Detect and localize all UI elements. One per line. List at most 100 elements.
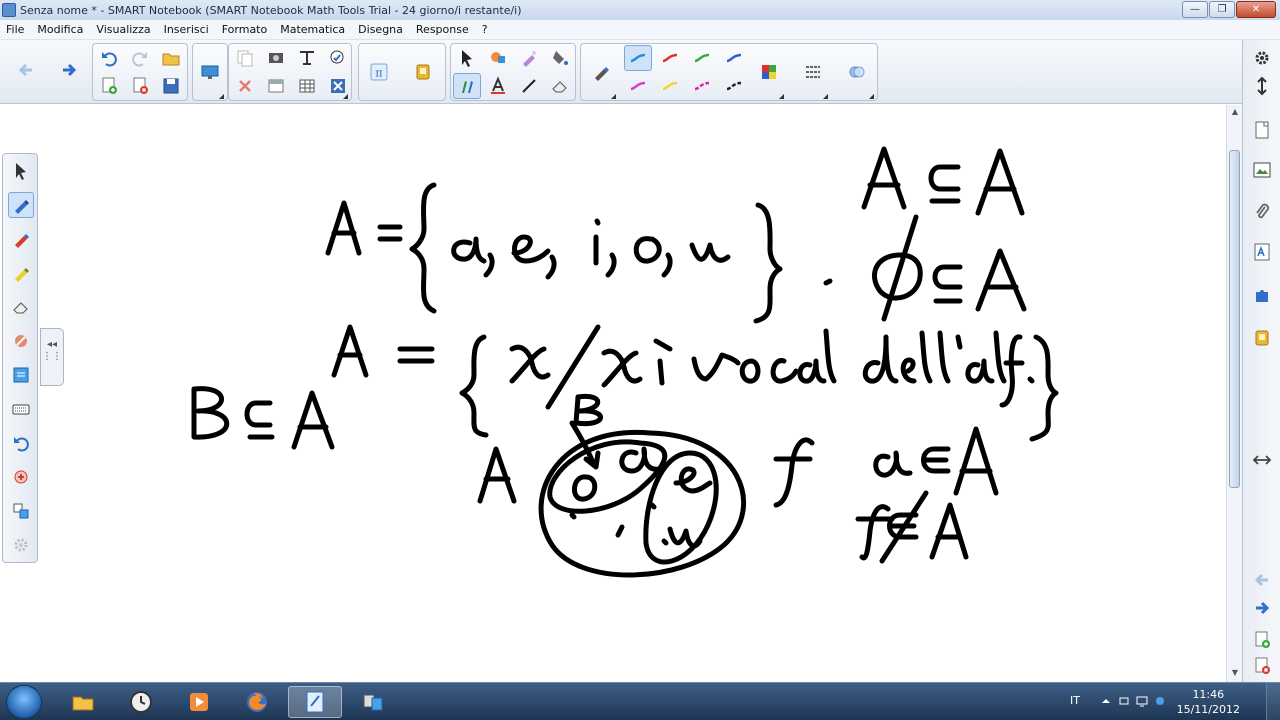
table-icon[interactable] — [293, 73, 321, 99]
line-style-icon[interactable] — [799, 59, 827, 85]
previous-page-arrow-icon[interactable] — [1250, 568, 1274, 592]
menu-visualizza[interactable]: Visualizza — [96, 23, 150, 36]
eraser-icon[interactable] — [546, 73, 574, 99]
scroll-up-arrow-icon[interactable]: ▲ — [1230, 107, 1240, 117]
response-icon[interactable] — [1250, 326, 1274, 350]
notebook-page[interactable] — [0, 105, 1226, 682]
smart-notebook-taskbar-icon[interactable] — [288, 686, 342, 718]
svg-text:π: π — [375, 67, 382, 80]
redo-icon[interactable] — [126, 45, 154, 71]
menu-matematica[interactable]: Matematica — [280, 23, 345, 36]
pen-color-pink-dashed[interactable] — [688, 73, 716, 99]
start-button[interactable] — [6, 685, 42, 719]
copy-icon[interactable] — [231, 45, 259, 71]
add-ons-puzzle-icon[interactable] — [1250, 284, 1274, 308]
screen-shade-icon[interactable] — [262, 73, 290, 99]
add-page-icon[interactable] — [1250, 628, 1274, 652]
delete-page-icon[interactable] — [1250, 654, 1274, 678]
back-arrow-icon[interactable] — [12, 57, 40, 83]
pen-color-darkblue[interactable] — [720, 45, 748, 71]
network-icon[interactable] — [1136, 695, 1148, 707]
show-hidden-icons-icon[interactable] — [1100, 695, 1112, 707]
page-sorter-icon[interactable] — [1250, 118, 1274, 142]
pen-blue-icon[interactable] — [8, 192, 34, 218]
media-player-icon[interactable] — [172, 686, 226, 718]
scroll-down-arrow-icon[interactable]: ▼ — [1230, 668, 1240, 678]
delete-page-icon[interactable] — [126, 73, 154, 99]
menu-response[interactable]: Response — [416, 23, 469, 36]
menu-help[interactable]: ? — [482, 23, 488, 36]
select-arrow-icon[interactable] — [453, 45, 481, 71]
save-icon[interactable] — [157, 73, 185, 99]
maximize-button[interactable]: ❐ — [1209, 1, 1235, 18]
pen-color-yellow[interactable] — [656, 73, 684, 99]
pen-red-icon[interactable] — [8, 226, 34, 252]
text-tool-icon[interactable] — [293, 45, 321, 71]
undo-icon[interactable] — [95, 45, 123, 71]
resize-horizontal-icon[interactable] — [1250, 448, 1274, 472]
pen-color-blue[interactable] — [624, 45, 652, 71]
screen-capture-icon[interactable] — [262, 45, 290, 71]
vertical-scrollbar[interactable]: ▲ ▼ — [1226, 105, 1242, 682]
forward-arrow-icon[interactable] — [55, 57, 83, 83]
language-indicator[interactable]: IT — [1070, 694, 1080, 707]
properties-icon[interactable] — [1250, 240, 1274, 264]
show-desktop-button[interactable] — [1266, 683, 1280, 720]
menu-modifica[interactable]: Modifica — [37, 23, 83, 36]
pen-settings-icon[interactable] — [587, 59, 615, 85]
window-title: Senza nome * - SMART Notebook (SMART Not… — [20, 3, 522, 17]
shape-recognition-icon[interactable] — [484, 45, 512, 71]
text-color-icon[interactable] — [484, 73, 512, 99]
attachments-paperclip-icon[interactable] — [1250, 200, 1274, 224]
open-folder-icon[interactable] — [157, 45, 185, 71]
collapse-tools-tab[interactable]: ◂◂ ⋮⋮ — [40, 328, 64, 386]
eraser-icon[interactable] — [8, 294, 34, 320]
add-page-icon[interactable] — [95, 73, 123, 99]
clock[interactable]: 11:46 15/11/2012 — [1177, 687, 1240, 717]
explorer-folder-icon[interactable] — [56, 686, 110, 718]
close-button[interactable]: ✕ — [1236, 1, 1276, 18]
add-shape-icon[interactable] — [8, 464, 34, 490]
response-tool-icon[interactable] — [409, 59, 437, 85]
pens-icon[interactable] — [453, 73, 481, 99]
menu-formato[interactable]: Formato — [222, 23, 268, 36]
select-arrow-icon[interactable] — [8, 158, 34, 184]
main-toolbar: π — [0, 40, 1280, 104]
menu-inserisci[interactable]: Inserisci — [164, 23, 209, 36]
system-tray: IT 11:46 15/11/2012 — [1060, 683, 1280, 720]
pen-color-magenta[interactable] — [624, 73, 652, 99]
customize-tools-icon[interactable] — [8, 498, 34, 524]
menu-file[interactable]: File — [6, 23, 24, 36]
undo-icon[interactable] — [8, 430, 34, 456]
color-palette-icon[interactable] — [755, 59, 783, 85]
spell-check-icon[interactable] — [324, 45, 352, 71]
delete-icon[interactable] — [231, 73, 259, 99]
transparency-icon[interactable] — [843, 59, 871, 85]
notes-icon[interactable] — [8, 362, 34, 388]
line-tool-icon[interactable] — [515, 73, 543, 99]
move-sidebar-icon[interactable] — [1250, 74, 1274, 98]
gallery-icon[interactable] — [1250, 158, 1274, 182]
magic-pen-icon[interactable] — [515, 45, 543, 71]
smart-tools-icon[interactable] — [346, 686, 400, 718]
menu-disegna[interactable]: Disegna — [358, 23, 403, 36]
pen-color-red[interactable] — [656, 45, 684, 71]
settings-gear-icon[interactable] — [8, 532, 34, 558]
pen-color-black-dashed[interactable] — [720, 73, 748, 99]
highlighter-icon[interactable] — [8, 260, 34, 286]
next-page-arrow-icon[interactable] — [1250, 596, 1274, 620]
action-center-flag-icon[interactable] — [1118, 695, 1130, 707]
math-pi-icon[interactable]: π — [365, 59, 393, 85]
settings-gear-icon[interactable] — [1250, 46, 1274, 70]
pen-color-green[interactable] — [688, 45, 716, 71]
magic-pen-icon[interactable] — [8, 328, 34, 354]
smart-board-tray-icon[interactable] — [1154, 695, 1166, 707]
scroll-thumb[interactable] — [1229, 150, 1240, 488]
dropdown-corner-icon — [869, 94, 874, 99]
screen-display-icon[interactable] — [196, 59, 224, 85]
keyboard-icon[interactable] — [8, 396, 34, 422]
firefox-icon[interactable] — [230, 686, 284, 718]
clock-app-icon[interactable] — [114, 686, 168, 718]
minimize-button[interactable]: — — [1182, 1, 1208, 18]
fill-icon[interactable] — [546, 45, 574, 71]
